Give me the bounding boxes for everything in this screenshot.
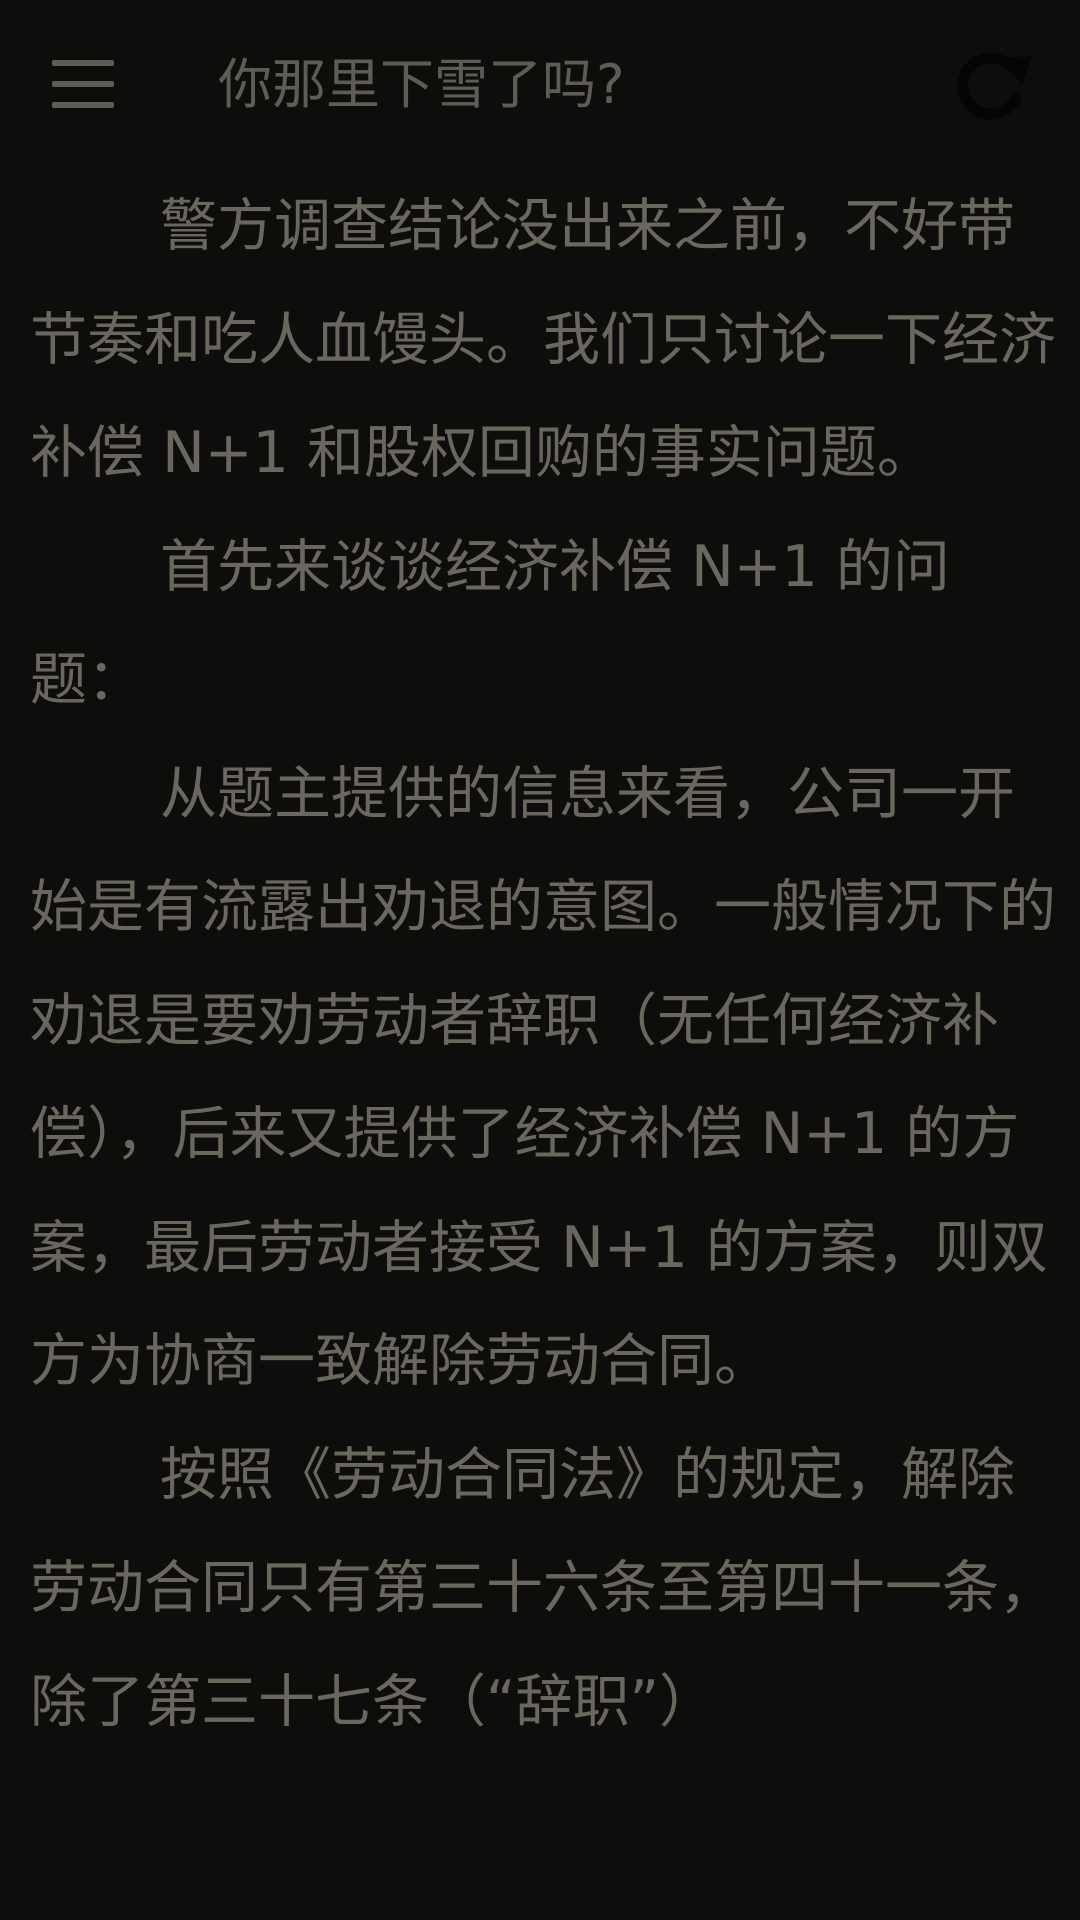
hamburger-menu-icon [52,60,114,66]
refresh-icon [957,52,1032,120]
paragraph: 警方调查结论没出来之前，不好带节奏和吃人血馒头。我们只讨论一下经济补偿 N+1 … [30,193,1056,486]
menu-button[interactable] [52,60,114,108]
page-title: 你那里下雪了吗? [218,53,625,116]
article-body: 警方调查结论没出来之前，不好带节奏和吃人血馒头。我们只讨论一下经济补偿 N+1 … [30,170,1060,1759]
paragraph: 首先来谈谈经济补偿 N+1 的问题： [30,533,950,714]
refresh-button[interactable] [950,46,1040,126]
top-app-bar: 你那里下雪了吗? [0,0,1080,170]
paragraph: 从题主提供的信息来看，公司一开始是有流露出劝退的意图。一般情况下的劝退是要劝劳动… [30,760,1056,1395]
paragraph: 按照《劳动合同法》的规定，解除劳动合同只有第三十六条至第四十一条，除了第三十七条… [30,1441,1056,1735]
